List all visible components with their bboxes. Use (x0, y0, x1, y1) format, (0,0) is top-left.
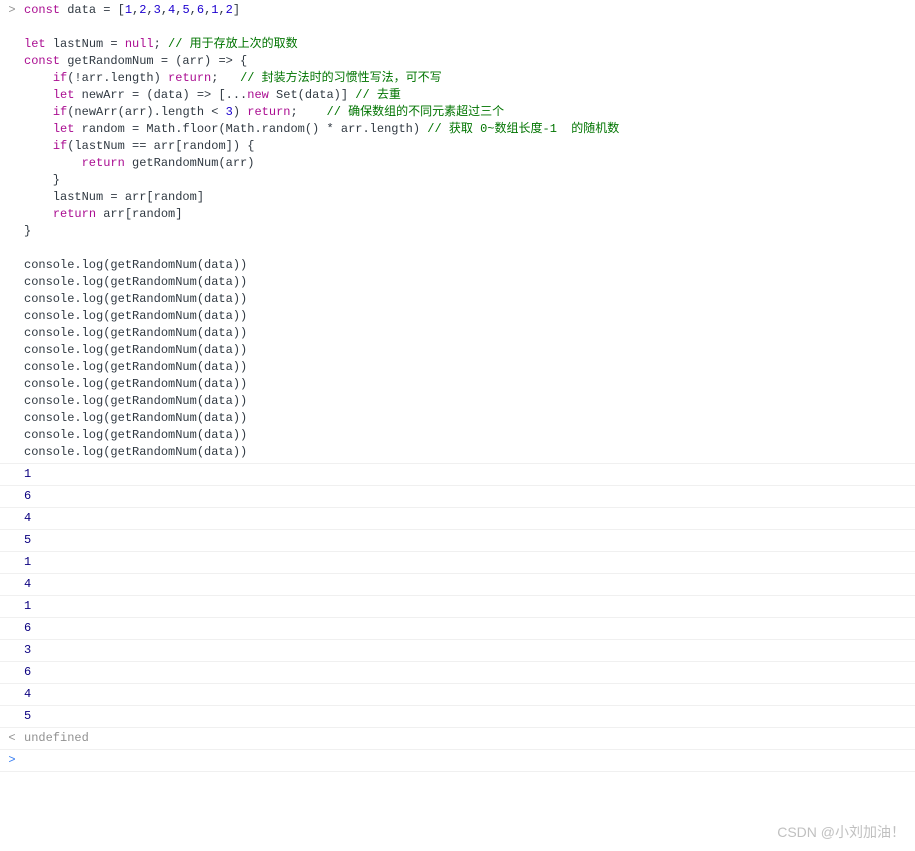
output-marker (0, 598, 24, 615)
code-line: return getRandomNum(arr) (24, 155, 907, 172)
output-value: 5 (24, 532, 915, 549)
result-value: undefined (24, 730, 915, 747)
console-output-row[interactable]: 5 (0, 530, 915, 552)
output-marker (0, 620, 24, 637)
output-marker (0, 664, 24, 681)
console-output-row[interactable]: 3 (0, 640, 915, 662)
console-output-row[interactable]: 4 (0, 574, 915, 596)
output-marker (0, 466, 24, 483)
code-line: console.log(getRandomNum(data)) (24, 308, 907, 325)
output-marker (0, 686, 24, 703)
output-value: 6 (24, 620, 915, 637)
console-output-row[interactable]: 5 (0, 706, 915, 728)
code-line: console.log(getRandomNum(data)) (24, 427, 907, 444)
code-line: console.log(getRandomNum(data)) (24, 257, 907, 274)
console-output-row[interactable]: 6 (0, 662, 915, 684)
output-marker (0, 554, 24, 571)
code-line: console.log(getRandomNum(data)) (24, 342, 907, 359)
output-value: 4 (24, 686, 915, 703)
code-line: console.log(getRandomNum(data)) (24, 410, 907, 427)
input-marker-icon: > (0, 2, 24, 461)
watermark-text: CSDN @小刘加油！ (777, 824, 905, 841)
code-line: return arr[random] (24, 206, 907, 223)
code-line: console.log(getRandomNum(data)) (24, 359, 907, 376)
console-panel[interactable]: >const data = [1,2,3,4,5,6,1,2] let last… (0, 0, 915, 772)
code-line: if(newArr(arr).length < 3) return; // 确保… (24, 104, 907, 121)
prompt-input[interactable] (24, 752, 915, 769)
code-line: lastNum = arr[random] (24, 189, 907, 206)
output-marker (0, 532, 24, 549)
code-line: console.log(getRandomNum(data)) (24, 274, 907, 291)
code-line: console.log(getRandomNum(data)) (24, 291, 907, 308)
output-value: 1 (24, 554, 915, 571)
result-marker-icon: < (0, 730, 24, 747)
code-line: if(!arr.length) return; // 封装方法时的习惯性写法，可… (24, 70, 907, 87)
code-line: let lastNum = null; // 用于存放上次的取数 (24, 36, 907, 53)
console-output-row[interactable]: 1 (0, 596, 915, 618)
code-line: console.log(getRandomNum(data)) (24, 376, 907, 393)
prompt-marker-icon: > (0, 752, 24, 769)
code-line (24, 19, 907, 36)
code-content: const data = [1,2,3,4,5,6,1,2] let lastN… (24, 2, 915, 461)
output-value: 4 (24, 576, 915, 593)
code-line: console.log(getRandomNum(data)) (24, 444, 907, 461)
output-value: 4 (24, 510, 915, 527)
console-output-row[interactable]: 6 (0, 618, 915, 640)
code-line: } (24, 172, 907, 189)
output-value: 6 (24, 664, 915, 681)
code-line (24, 240, 907, 257)
console-output-row[interactable]: 4 (0, 684, 915, 706)
output-marker (0, 642, 24, 659)
output-marker (0, 576, 24, 593)
output-marker (0, 488, 24, 505)
console-result-row[interactable]: <undefined (0, 728, 915, 750)
console-output-row[interactable]: 1 (0, 552, 915, 574)
console-prompt-row[interactable]: > (0, 750, 915, 772)
code-line: if(lastNum == arr[random]) { (24, 138, 907, 155)
output-value: 1 (24, 466, 915, 483)
console-output-row[interactable]: 1 (0, 464, 915, 486)
output-marker (0, 510, 24, 527)
console-input-row[interactable]: >const data = [1,2,3,4,5,6,1,2] let last… (0, 0, 915, 464)
output-value: 1 (24, 598, 915, 615)
code-line: let newArr = (data) => [...new Set(data)… (24, 87, 907, 104)
code-line: console.log(getRandomNum(data)) (24, 325, 907, 342)
code-line: const data = [1,2,3,4,5,6,1,2] (24, 2, 907, 19)
console-output-row[interactable]: 6 (0, 486, 915, 508)
code-line: } (24, 223, 907, 240)
output-marker (0, 708, 24, 725)
output-value: 3 (24, 642, 915, 659)
output-value: 6 (24, 488, 915, 505)
code-line: const getRandomNum = (arr) => { (24, 53, 907, 70)
output-value: 5 (24, 708, 915, 725)
code-line: console.log(getRandomNum(data)) (24, 393, 907, 410)
console-output-row[interactable]: 4 (0, 508, 915, 530)
code-line: let random = Math.floor(Math.random() * … (24, 121, 907, 138)
